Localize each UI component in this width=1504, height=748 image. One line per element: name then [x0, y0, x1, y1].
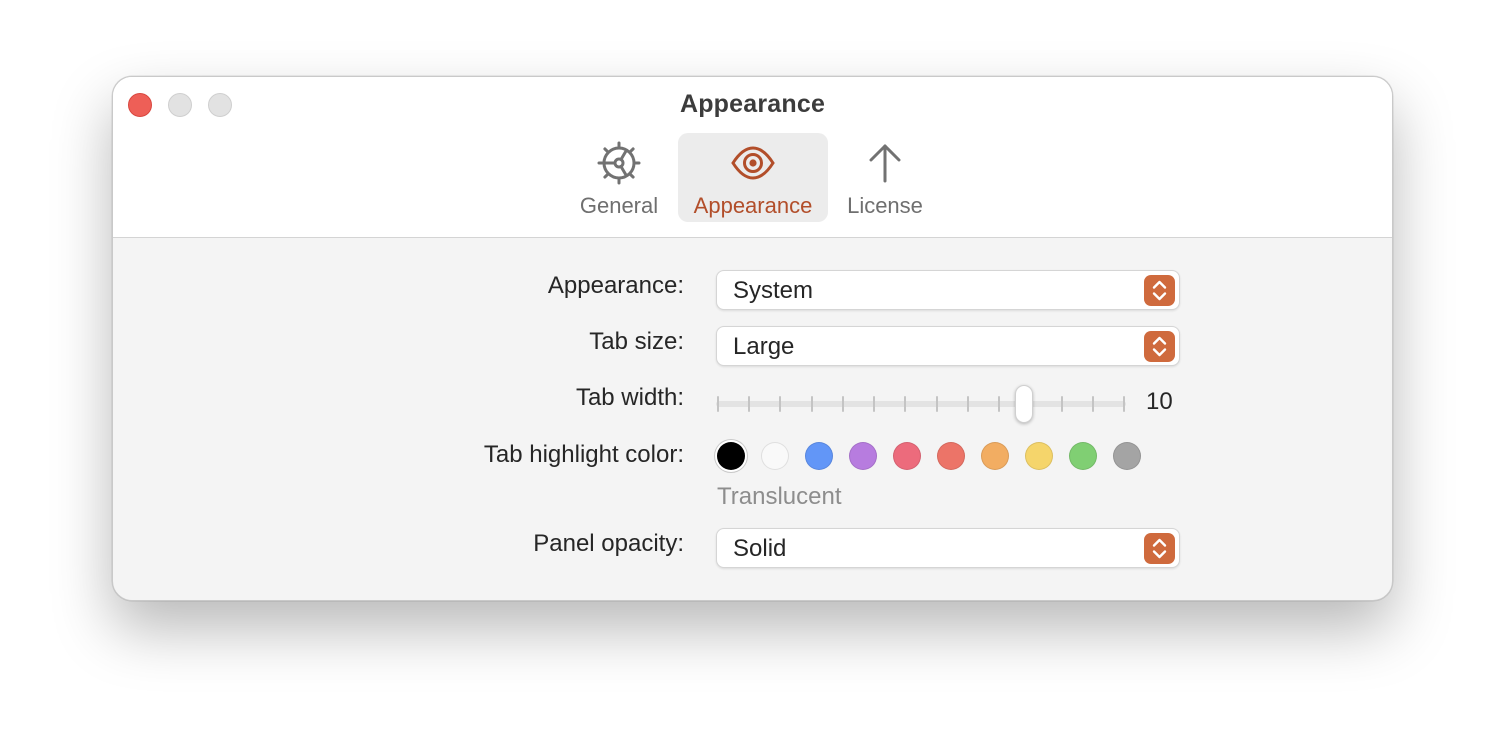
- tab-appearance-label: Appearance: [693, 193, 813, 218]
- appearance-popup[interactable]: System: [716, 270, 1180, 310]
- eye-icon: [731, 146, 775, 180]
- gear-icon: [597, 141, 641, 185]
- tab-size-popup-value: Large: [733, 333, 795, 360]
- appearance-popup-value: System: [733, 277, 814, 304]
- slider-tick: [935, 396, 938, 412]
- panel-opacity-popup-value: Solid: [733, 535, 787, 562]
- slider-tick: [1060, 396, 1063, 412]
- appearance-label: Appearance:: [547, 272, 684, 299]
- slider-tick: [1091, 396, 1094, 412]
- chevron-up-down-icon: [1144, 275, 1175, 306]
- tab-general-label: General: [579, 193, 659, 218]
- slider-track: [716, 401, 1126, 407]
- tab-size-popup[interactable]: Large: [716, 326, 1180, 366]
- slider-tick: [1123, 396, 1125, 412]
- panel-opacity-label: Panel opacity:: [533, 530, 684, 557]
- panel-opacity-popup[interactable]: Solid: [716, 528, 1180, 568]
- color-swatch[interactable]: [805, 442, 833, 470]
- color-swatch[interactable]: [1025, 442, 1053, 470]
- color-swatch[interactable]: [761, 442, 789, 470]
- tab-appearance[interactable]: Appearance: [678, 133, 828, 222]
- tab-size-label: Tab size:: [589, 328, 684, 355]
- preferences-window: Appearance General Appearance License Ap…: [112, 76, 1393, 601]
- slider-tick: [810, 396, 813, 412]
- slider-tick: [998, 396, 1001, 412]
- arrow-up-icon: [869, 144, 901, 183]
- color-swatch[interactable]: [937, 442, 965, 470]
- color-swatch[interactable]: [1069, 442, 1097, 470]
- tab-general[interactable]: General: [573, 133, 665, 222]
- slider-tick: [841, 396, 844, 412]
- color-swatch[interactable]: [1113, 442, 1141, 470]
- titlebar: Appearance General Appearance License: [113, 77, 1392, 238]
- tab-license[interactable]: License: [835, 133, 935, 222]
- slider-tick: [717, 396, 719, 412]
- slider-tick: [748, 396, 751, 412]
- window-title: Appearance: [679, 90, 826, 118]
- chevron-up-down-icon: [1144, 533, 1175, 564]
- slider-tick: [873, 396, 876, 412]
- color-swatch[interactable]: [981, 442, 1009, 470]
- slider-tick: [966, 396, 969, 412]
- chevron-up-down-icon: [1144, 331, 1175, 362]
- color-swatch[interactable]: [717, 442, 745, 470]
- appearance-pane: Appearance: System Tab size: Large Tab w…: [113, 238, 1392, 600]
- tab-width-value: 10: [1146, 388, 1173, 415]
- color-swatch[interactable]: [893, 442, 921, 470]
- color-swatch[interactable]: [849, 442, 877, 470]
- slider-thumb[interactable]: [1014, 385, 1033, 423]
- tab-width-label: Tab width:: [575, 384, 684, 411]
- tab-width-slider[interactable]: [716, 383, 1126, 423]
- tab-license-label: License: [847, 193, 923, 218]
- highlight-hint: Translucent: [717, 483, 842, 510]
- tab-highlight-color-label: Tab highlight color:: [483, 441, 684, 468]
